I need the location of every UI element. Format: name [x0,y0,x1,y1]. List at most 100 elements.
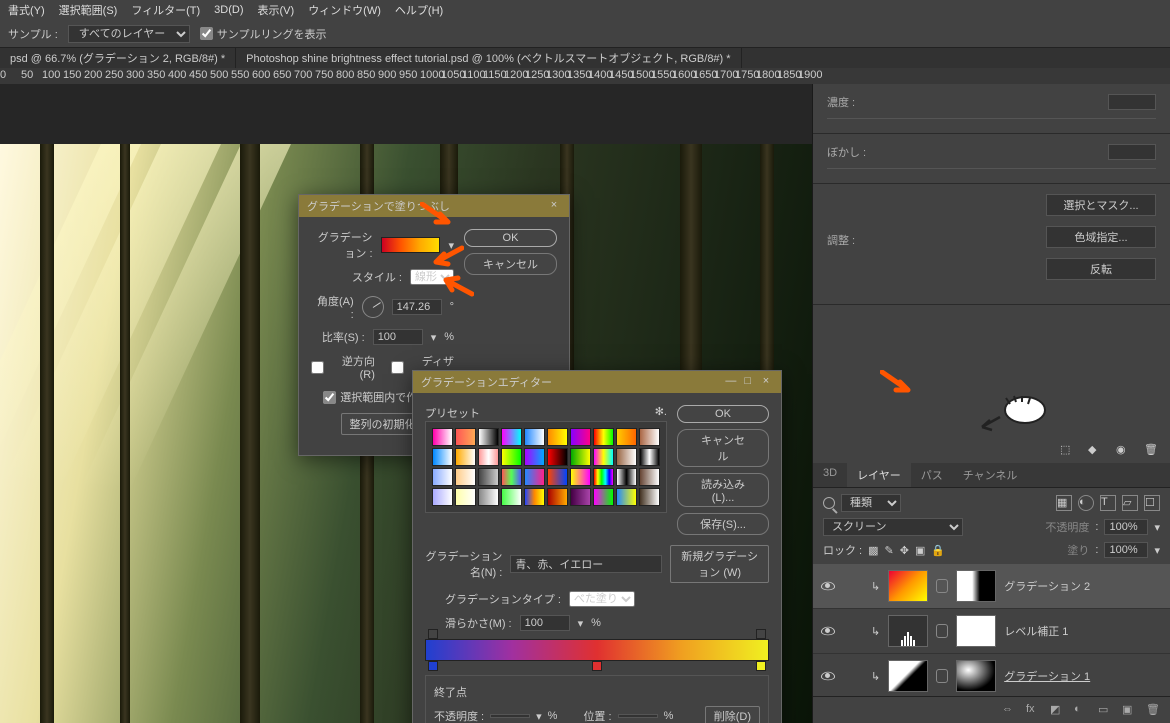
ok-button[interactable]: OK [677,405,769,423]
filter-type-dropdown[interactable]: 種類 [841,494,901,512]
gradient-type-dropdown[interactable]: べた塗り [569,591,635,607]
gradient-preset[interactable] [593,468,614,486]
gradient-bar[interactable] [425,639,769,661]
gradient-preset[interactable] [547,468,568,486]
gradient-preset[interactable] [501,488,522,506]
close-icon[interactable]: × [759,375,773,389]
gradient-preset[interactable] [432,488,453,506]
gradient-preset[interactable] [501,468,522,486]
gradient-preset[interactable] [593,488,614,506]
gradient-preset[interactable] [524,468,545,486]
adjustment-icon[interactable]: ◐ [1074,703,1088,717]
layer-row[interactable]: ↳レベル補正 1 [813,609,1170,654]
new-gradient-button[interactable]: 新規グラデーション (W) [670,545,769,583]
scale-input[interactable] [373,329,423,345]
sampling-ring-checkbox[interactable]: サンプルリングを表示 [200,26,327,42]
menu-item[interactable]: ヘルプ(H) [395,2,443,18]
menu-item[interactable]: 書式(Y) [8,2,45,18]
lock-all-icon[interactable]: 🔒 [931,544,945,557]
menu-item[interactable]: 表示(V) [258,2,295,18]
filter-shape-icon[interactable]: ▱ [1122,495,1138,511]
gradient-preset[interactable] [639,468,660,486]
folder-icon[interactable]: ▭ [1098,703,1112,717]
angle-dial[interactable] [362,296,384,318]
density-value[interactable] [1108,94,1156,110]
fill-input[interactable] [1104,542,1148,558]
panel-tab[interactable]: 3D [813,463,847,487]
gradient-preset[interactable] [570,428,591,446]
gear-icon[interactable]: ✻. [655,405,667,421]
save-button[interactable]: 保存(S)... [677,513,769,535]
minimize-icon[interactable]: — [725,375,736,389]
gradient-preset[interactable] [478,468,499,486]
link-icon[interactable]: ⇔ [1002,703,1016,717]
document-tab[interactable]: Photoshop shine brightness effect tutori… [236,48,741,68]
filter-smart-icon[interactable]: ☐ [1144,495,1160,511]
lock-artboard-icon[interactable]: ▣ [915,544,925,557]
layer-thumbnail[interactable] [888,570,928,602]
gradient-preset[interactable] [432,448,453,466]
gradient-preset[interactable] [455,448,476,466]
visibility-toggle[interactable] [821,624,835,638]
trash-icon[interactable]: 🗑 [1144,443,1158,457]
visibility-toggle[interactable] [821,669,835,683]
visibility-toggle[interactable] [821,579,835,593]
link-icon[interactable] [936,624,948,638]
filter-pixel-icon[interactable]: ▦ [1056,495,1072,511]
gradient-preset[interactable] [570,468,591,486]
gradient-preset[interactable] [455,488,476,506]
layer-name[interactable]: レベル補正 1 [1004,623,1162,639]
gradient-preset[interactable] [570,488,591,506]
load-button[interactable]: 読み込み(L)... [677,473,769,507]
gradient-preset[interactable] [501,428,522,446]
cancel-button[interactable]: キャンセル [464,253,557,275]
document-tab[interactable]: psd @ 66.7% (グラデーション 2, RGB/8#) * [0,48,236,68]
lock-brush-icon[interactable]: ✎ [885,544,894,557]
trash-icon[interactable]: 🗑 [1146,703,1160,717]
gradient-preset[interactable] [478,488,499,506]
new-layer-icon[interactable]: ▣ [1122,703,1136,717]
link-icon[interactable] [936,579,948,593]
layer-name[interactable]: グラデーション 2 [1004,578,1162,594]
gradient-preset[interactable] [432,468,453,486]
reverse-checkbox[interactable]: 逆方向(R) [311,353,375,381]
gradient-preset[interactable] [616,448,637,466]
opacity-input[interactable] [1104,519,1148,535]
lock-pixels-icon[interactable]: ▩ [868,544,878,557]
layer-thumbnail[interactable] [888,615,928,647]
fx-icon[interactable]: fx [1026,703,1040,717]
layer-mask[interactable] [956,660,996,692]
layer-thumbnail[interactable] [888,660,928,692]
gradient-preset[interactable] [501,448,522,466]
layer-name[interactable]: グラデーション 1 [1004,668,1162,684]
layer-mask[interactable] [956,615,996,647]
panel-tab[interactable]: チャンネル [953,463,1028,487]
gradient-preset[interactable] [547,428,568,446]
gradient-preset[interactable] [593,428,614,446]
gradient-preset[interactable] [616,468,637,486]
gradient-preset[interactable] [478,428,499,446]
close-icon[interactable]: × [547,199,561,213]
lock-move-icon[interactable]: ✥ [900,544,909,557]
gradient-preset[interactable] [524,428,545,446]
layer-mask[interactable] [956,570,996,602]
gradient-name-input[interactable] [510,555,662,573]
gradient-preset[interactable] [455,428,476,446]
gradient-preset[interactable] [547,488,568,506]
invert-button[interactable]: 反転 [1046,258,1156,280]
dialog-titlebar[interactable]: グラデーションエディター —□× [413,371,781,393]
panel-tab[interactable]: レイヤー [847,463,911,487]
gradient-preset[interactable] [639,448,660,466]
delete-button[interactable]: 削除(D) [705,706,760,723]
ok-button[interactable]: OK [464,229,557,247]
gradient-preset[interactable] [616,428,637,446]
angle-input[interactable] [392,299,442,315]
canvas-area[interactable]: グラデーションで塗りつぶし × グラデーション :▾ スタイル :線形 角度(A… [0,84,812,723]
filter-adjust-icon[interactable]: ◐ [1078,495,1094,511]
blend-mode-dropdown[interactable]: スクリーン [823,518,963,536]
menu-item[interactable]: フィルター(T) [131,2,200,18]
layer-row[interactable]: ↳グラデーション 2 [813,564,1170,609]
panel-tab[interactable]: パス [911,463,953,487]
gradient-preset[interactable] [455,468,476,486]
gradient-preset[interactable] [616,488,637,506]
